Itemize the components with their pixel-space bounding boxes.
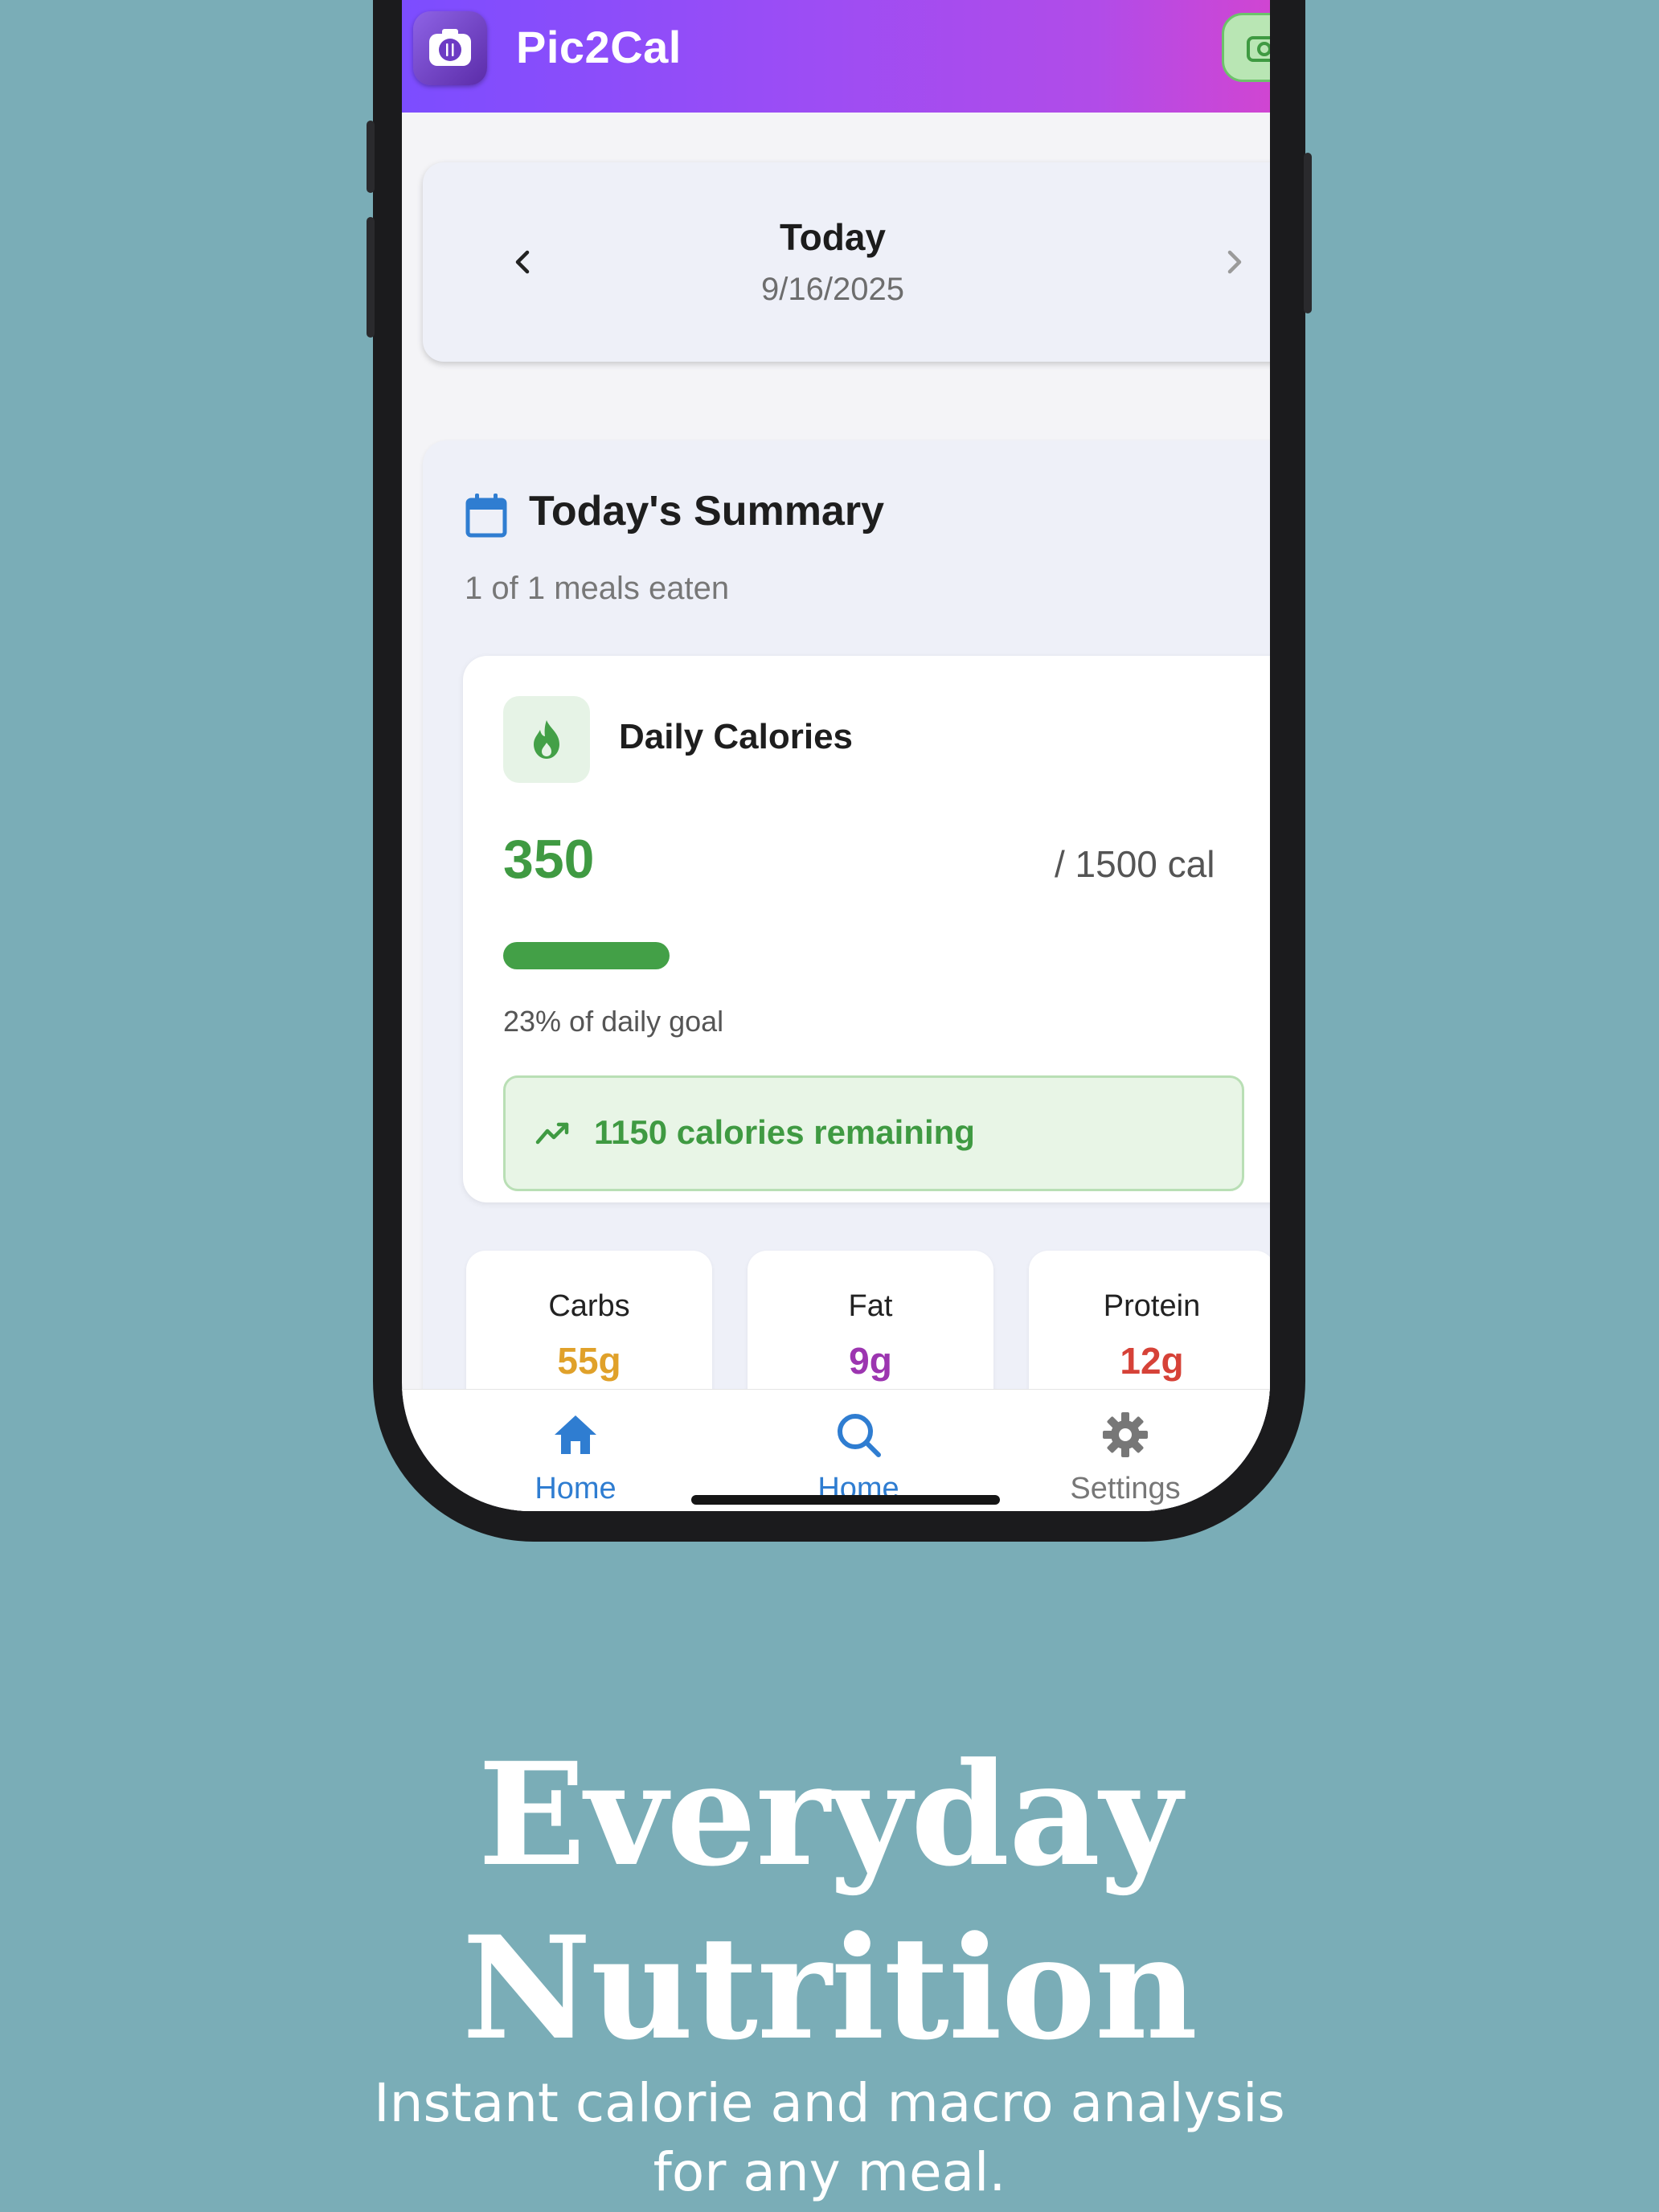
camera-button[interactable]	[1222, 13, 1270, 82]
flame-icon	[534, 720, 559, 759]
home-indicator[interactable]	[691, 1495, 1000, 1505]
chevron-right-icon[interactable]	[1219, 246, 1251, 278]
search-icon	[838, 1414, 881, 1457]
promo-tagline-line1: Instant calorie and macro analysis	[374, 2072, 1285, 2134]
meals-eaten-text: 1 of 1 meals eaten	[465, 571, 730, 606]
camera-logo-icon	[429, 29, 471, 66]
calories-consumed: 350	[503, 829, 595, 890]
promo-tagline-line2: for any meal.	[653, 2141, 1006, 2203]
home-icon	[555, 1415, 596, 1454]
app-bar: Pic2Cal	[402, 0, 1270, 113]
date-value: 9/16/2025	[761, 272, 904, 307]
date-navigator: Today 9/16/2025	[423, 162, 1270, 362]
camera-icon	[1247, 36, 1270, 62]
calories-remaining-text: 1150 calories remaining	[594, 1113, 975, 1151]
tab-search[interactable]: Home	[770, 1409, 947, 1505]
calorie-progress-bar	[503, 942, 1227, 969]
macro-label: Protein	[1103, 1289, 1201, 1323]
macro-value: 9g	[849, 1340, 892, 1382]
calendar-icon	[465, 494, 507, 538]
macro-label: Fat	[848, 1289, 893, 1323]
promo-headline-line1: Everyday	[477, 1731, 1182, 1898]
calories-remaining-banner: 1150 calories remaining	[503, 1075, 1244, 1191]
daily-calories-title: Daily Calories	[619, 717, 854, 756]
daily-calories-card: Daily Calories 350 / 1500 cal 23% of dai…	[463, 656, 1270, 1202]
tab-label: Settings	[1070, 1472, 1181, 1505]
flame-badge	[503, 696, 590, 783]
summary-card: Today's Summary 1 of 1 meals eaten Daily…	[423, 440, 1270, 1511]
tab-settings[interactable]: Settings	[1037, 1409, 1214, 1505]
tab-home[interactable]: Home	[487, 1409, 664, 1505]
date-title: Today	[779, 216, 887, 258]
phone-screen: Pic2Cal Today 9/16/2025 Today's Summary …	[402, 0, 1270, 1511]
percent-of-goal: 23% of daily goal	[503, 1005, 724, 1038]
calorie-progress-fill	[503, 942, 670, 969]
promo-headline-line2: Nutrition	[461, 1905, 1198, 2071]
gear-icon	[1103, 1412, 1148, 1457]
summary-title: Today's Summary	[529, 488, 884, 535]
macro-value: 12g	[1120, 1340, 1184, 1382]
app-title: Pic2Cal	[516, 22, 682, 72]
macro-label: Carbs	[548, 1289, 630, 1323]
calories-goal: / 1500 cal	[1055, 843, 1215, 885]
bottom-tab-bar: Home Home Settings	[402, 1389, 1270, 1511]
app-logo	[413, 11, 487, 85]
macro-value: 55g	[557, 1340, 621, 1382]
trending-up-icon	[535, 1122, 569, 1145]
tab-label: Home	[535, 1472, 616, 1505]
